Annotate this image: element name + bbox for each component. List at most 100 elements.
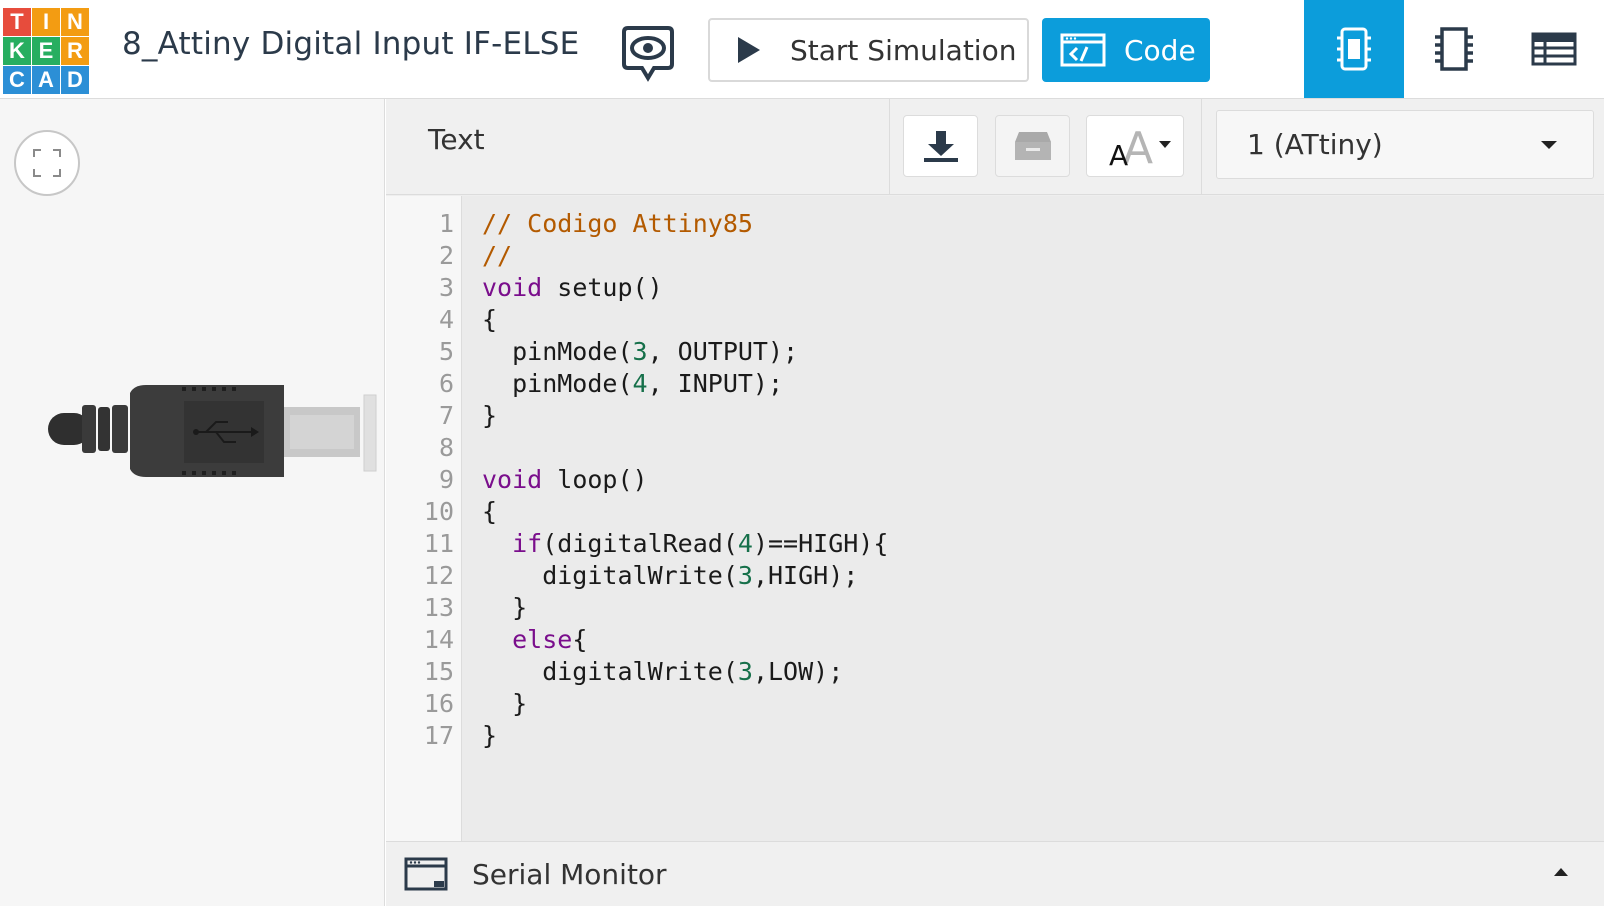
line-number: 14	[423, 625, 454, 654]
play-icon	[738, 37, 760, 63]
code-toolbar: Text A A 1 (ATtiny)	[386, 99, 1604, 195]
code-line[interactable]: 15 digitalWrite(3,LOW);	[386, 656, 1604, 688]
logo-letter: A	[32, 66, 60, 94]
code-line[interactable]: 13 }	[386, 592, 1604, 624]
code-line[interactable]: 10 {	[386, 496, 1604, 528]
editor-mode-dropdown[interactable]: Text	[428, 123, 485, 156]
line-number: 9	[438, 465, 454, 494]
code-text[interactable]: void setup()	[482, 272, 663, 304]
code-line[interactable]: 12 digitalWrite(3,HIGH);	[386, 560, 1604, 592]
usb-cable-image[interactable]	[46, 385, 386, 481]
line-number: 1	[438, 209, 454, 238]
line-number: 4	[438, 305, 454, 334]
library-icon	[1014, 132, 1051, 160]
code-text[interactable]: pinMode(3, OUTPUT);	[482, 336, 798, 368]
chevron-down-icon	[1541, 141, 1557, 149]
toolbar-divider	[1201, 99, 1202, 195]
line-number: 6	[438, 369, 454, 398]
logo-letter: K	[3, 37, 31, 65]
code-line[interactable]: 3 void setup()	[386, 272, 1604, 304]
svg-text:A: A	[1109, 139, 1128, 169]
code-lines: 1// Codigo Attiny85 2//3 void setup() 4{5 p…	[386, 208, 1604, 752]
code-text[interactable]: }	[482, 592, 527, 624]
code-line[interactable]: 8	[386, 432, 1604, 464]
tab-components[interactable]	[1404, 0, 1504, 98]
code-line[interactable]: 2 //	[386, 240, 1604, 272]
download-code-button[interactable]	[903, 115, 978, 177]
code-panel: Text A A 1 (ATtiny) 1 // Codigo Attiny85…	[386, 99, 1604, 906]
line-number: 13	[423, 593, 454, 622]
chevron-up-icon[interactable]	[1554, 868, 1568, 876]
device-select-value: 1 (ATtiny)	[1247, 128, 1383, 161]
serial-monitor-label: Serial Monitor	[472, 857, 667, 891]
code-text[interactable]: }	[482, 688, 527, 720]
line-number: 5	[438, 337, 454, 366]
code-editor[interactable]: 1// Codigo Attiny85 2//3 void setup() 4{5 p…	[386, 196, 1604, 841]
code-line[interactable]: 6 pinMode(4, INPUT);	[386, 368, 1604, 400]
line-number: 7	[438, 401, 454, 430]
library-button[interactable]	[995, 115, 1070, 177]
circuit-view-icon	[1337, 27, 1371, 71]
bom-list-icon	[1531, 32, 1577, 66]
code-text[interactable]: else{	[482, 624, 587, 656]
font-size-icon: A A	[1109, 123, 1171, 169]
code-line[interactable]: 14 else{	[386, 624, 1604, 656]
line-number: 11	[423, 529, 454, 558]
logo-letter: D	[61, 66, 89, 94]
code-text[interactable]: }	[482, 400, 497, 432]
code-text[interactable]: }	[482, 720, 497, 752]
fit-view-button[interactable]	[14, 130, 80, 196]
logo-letter: C	[3, 66, 31, 94]
code-text[interactable]: //	[482, 240, 512, 272]
logo-letter: E	[32, 37, 60, 65]
start-simulation-label: Start Simulation	[790, 33, 1017, 67]
code-text[interactable]: if(digitalRead(4)==HIGH){	[482, 528, 888, 560]
code-line[interactable]: 9 void loop()	[386, 464, 1604, 496]
code-line[interactable]: 16 }	[386, 688, 1604, 720]
code-text[interactable]: {	[482, 304, 497, 336]
tab-circuit-view[interactable]	[1304, 0, 1404, 98]
tab-bom-list[interactable]	[1504, 0, 1604, 98]
circuit-canvas[interactable]	[0, 99, 385, 906]
logo-letter: I	[32, 8, 60, 36]
code-button[interactable]: Code	[1042, 18, 1210, 82]
fullscreen-icon	[33, 149, 61, 177]
start-simulation-button[interactable]: Start Simulation	[708, 18, 1029, 82]
code-text[interactable]: {	[482, 496, 497, 528]
code-line[interactable]: 11 if(digitalRead(4)==HIGH){	[386, 528, 1604, 560]
code-line[interactable]: 17}	[386, 720, 1604, 752]
line-number: 17	[423, 721, 454, 750]
code-text[interactable]: void loop()	[482, 464, 648, 496]
code-line[interactable]: 1 // Codigo Attiny85	[386, 208, 1604, 240]
code-text[interactable]: digitalWrite(3,LOW);	[482, 656, 843, 688]
line-number: 10	[423, 497, 454, 526]
code-text[interactable]: // Codigo Attiny85	[482, 208, 753, 240]
serial-monitor-icon	[404, 857, 448, 891]
download-icon	[923, 131, 958, 162]
components-icon	[1435, 27, 1473, 71]
line-number: 3	[438, 273, 454, 302]
top-bar: TIN KER CAD 8_Attiny Digital Input IF-ELSE…	[0, 0, 1604, 99]
line-number: 12	[423, 561, 454, 590]
code-text[interactable]: digitalWrite(3,HIGH);	[482, 560, 858, 592]
code-line[interactable]: 5 pinMode(3, OUTPUT);	[386, 336, 1604, 368]
logo-letter: N	[61, 8, 89, 36]
device-select[interactable]: 1 (ATtiny)	[1216, 110, 1594, 179]
line-number: 16	[423, 689, 454, 718]
font-size-button[interactable]: A A	[1086, 115, 1184, 177]
code-icon	[1060, 33, 1106, 67]
logo-letter: T	[3, 8, 31, 36]
code-button-label: Code	[1124, 33, 1196, 67]
line-number: 8	[438, 433, 454, 462]
toolbar-divider	[889, 99, 890, 195]
project-title[interactable]: 8_Attiny Digital Input IF-ELSE	[122, 26, 579, 62]
serial-monitor-bar[interactable]: Serial Monitor	[386, 841, 1604, 906]
code-line[interactable]: 7}	[386, 400, 1604, 432]
line-number: 2	[438, 241, 454, 270]
tinkercad-logo[interactable]: TIN KER CAD	[3, 8, 89, 94]
code-text[interactable]: pinMode(4, INPUT);	[482, 368, 783, 400]
line-number: 15	[423, 657, 454, 686]
code-line[interactable]: 4{	[386, 304, 1604, 336]
logo-letter: R	[61, 37, 89, 65]
view-eye-icon[interactable]	[620, 22, 676, 84]
